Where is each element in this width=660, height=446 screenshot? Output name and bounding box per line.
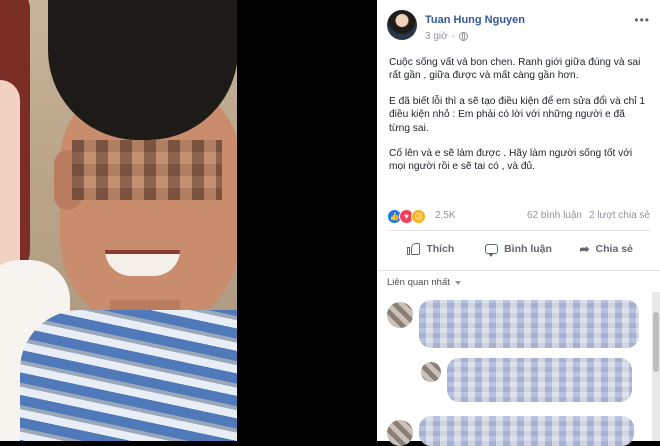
dot-separator: · — [451, 31, 456, 42]
chevron-down-icon[interactable] — [455, 281, 461, 285]
post-stats: 👍 ♥ ☹ 2,5K 62 bình luận 2 lượt chia sẻ — [387, 206, 650, 226]
thumbs-up-icon — [407, 243, 421, 255]
facebook-post: Tuan Hung Nguyen 3 giờ · ••• Cuộc sống v… — [377, 0, 660, 290]
comments-list — [377, 292, 652, 446]
reaction-icons[interactable]: 👍 ♥ ☹ — [387, 209, 426, 224]
pixelated-eyes — [72, 140, 222, 200]
scrollbar-thumb[interactable] — [653, 312, 659, 372]
profile-photo — [0, 0, 237, 441]
comment-button[interactable]: Bình luận — [475, 236, 563, 262]
post-time[interactable]: 3 giờ — [425, 31, 448, 42]
share-arrow-icon: ➦ — [579, 242, 590, 256]
photo-woman-face — [0, 80, 20, 280]
comment-sort-dropdown[interactable]: Liên quan nhất — [387, 277, 450, 288]
comment-label: Bình luận — [504, 243, 552, 255]
post-meta: 3 giờ · — [425, 31, 469, 42]
commenter-avatar[interactable] — [387, 302, 413, 328]
scrollbar[interactable] — [652, 292, 660, 441]
share-count[interactable]: 2 lượt chia sẻ — [589, 210, 650, 221]
post-paragraph: Cố lên và e sẽ làm được . Hãy làm người … — [389, 148, 633, 173]
reaction-count[interactable]: 2,5K — [435, 210, 456, 221]
globe-icon — [459, 32, 469, 41]
action-bar: Thích Bình luận ➦ Chia sẻ — [387, 236, 650, 262]
blurred-comment — [419, 416, 634, 446]
like-button[interactable]: Thích — [387, 236, 475, 262]
post-paragraph: E đã biết lỗi thì a sẽ tạo điều kiện để … — [389, 95, 646, 134]
comment-sort-bar: Liên quan nhất — [377, 270, 660, 293]
blurred-comment — [419, 300, 639, 348]
commenter-avatar[interactable] — [387, 420, 413, 446]
commenter-avatar[interactable] — [421, 362, 441, 382]
like-label: Thích — [426, 243, 455, 255]
blurred-comment — [447, 358, 632, 402]
author-avatar[interactable] — [387, 10, 417, 40]
divider — [387, 230, 650, 231]
ellipsis-icon[interactable]: ••• — [634, 13, 650, 27]
post-text: Cuộc sống vất vả bon chen. Ranh giới giữ… — [377, 50, 660, 174]
author-name[interactable]: Tuan Hung Nguyen — [425, 14, 525, 26]
photo-striped-shirt — [20, 310, 237, 441]
post-header: Tuan Hung Nguyen 3 giờ · ••• — [377, 0, 660, 50]
post-paragraph: Cuộc sống vất vả bon chen. Ranh giới giữ… — [389, 57, 641, 82]
comment-icon — [485, 244, 499, 257]
comment-count[interactable]: 62 bình luận — [527, 210, 582, 221]
sad-reaction-icon: ☹ — [411, 209, 426, 224]
share-label: Chia sẻ — [595, 243, 633, 255]
share-button[interactable]: ➦ Chia sẻ — [562, 236, 650, 262]
